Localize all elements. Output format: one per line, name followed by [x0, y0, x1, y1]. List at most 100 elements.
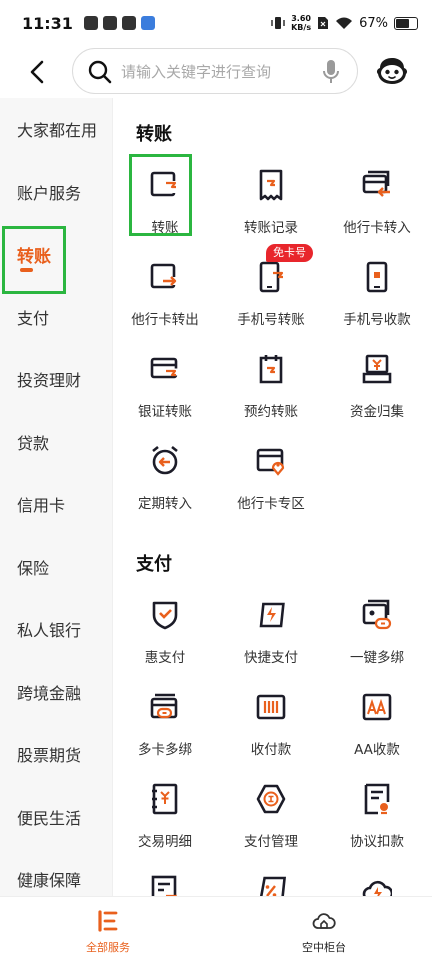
sidebar-item-health[interactable]: 健康保障	[0, 848, 112, 896]
sim-icon	[318, 17, 329, 29]
service-partial-2[interactable]	[218, 868, 324, 896]
sidebar-item-loan[interactable]: 贷款	[0, 411, 112, 474]
cloud-home-icon	[312, 913, 336, 929]
service-label: 交易明细	[138, 834, 192, 850]
search-input[interactable]	[119, 57, 319, 87]
service-one-click-bind[interactable]: 一键多绑	[324, 592, 430, 672]
card-out-icon	[150, 263, 177, 289]
sidebar-item-popular[interactable]: 大家都在用	[0, 98, 112, 161]
microphone-icon[interactable]	[321, 58, 341, 86]
service-label: 预约转账	[244, 404, 298, 420]
service-label: 快捷支付	[244, 650, 298, 666]
link-card-icon	[362, 599, 392, 630]
sidebar-item-account[interactable]: 账户服务	[0, 161, 112, 224]
vibrate-icon	[271, 17, 285, 29]
service-fixed-deposit-in[interactable]: 定期转入	[112, 438, 218, 518]
schedule-icon	[259, 355, 283, 384]
service-label: 多卡多绑	[138, 742, 192, 758]
sidebar-item-cross-border[interactable]: 跨境金融	[0, 661, 112, 724]
nav-sky-counter[interactable]: 空中柜台	[216, 897, 432, 965]
service-aa-collect[interactable]: AA收款	[324, 684, 430, 764]
percent-icon	[258, 876, 286, 896]
service-label: 手机号转账	[237, 312, 305, 328]
category-sidebar: 大家都在用 账户服务 转账 支付 投资理财 贷款 信用卡 保险 私人银行 跨境金…	[0, 98, 113, 896]
aa-icon	[362, 693, 392, 721]
status-right: 3.60 KB/s 67%	[271, 14, 418, 32]
service-other-card-zone[interactable]: 他行卡专区	[218, 438, 324, 518]
sidebar-item-private-banking[interactable]: 私人银行	[0, 598, 112, 661]
nav-label: 全部服务	[86, 941, 130, 954]
service-scheduled-transfer[interactable]: 预约转账	[218, 346, 324, 426]
service-multi-card-bind[interactable]: 多卡多绑	[112, 684, 218, 764]
service-hui-pay[interactable]: 惠支付	[112, 592, 218, 672]
service-phone-transfer[interactable]: 手机号转账	[218, 254, 324, 334]
service-phone-receive[interactable]: 手机号收款	[324, 254, 430, 334]
search-icon	[88, 60, 112, 84]
search-box[interactable]	[72, 48, 358, 94]
sidebar-item-credit-card[interactable]: 信用卡	[0, 473, 112, 536]
service-quick-pay[interactable]: 快捷支付	[218, 592, 324, 672]
alarm-clock-icon	[152, 445, 178, 475]
sidebar-item-stocks-futures[interactable]: 股票期货	[0, 723, 112, 786]
cash-register-icon	[256, 694, 286, 720]
service-label: 转账	[151, 220, 179, 236]
lightning-card-icon	[259, 602, 285, 628]
phone-receive-icon	[366, 261, 388, 293]
service-label: 银证转账	[138, 404, 192, 420]
transfer-icon	[150, 171, 177, 197]
chevron-left-icon	[30, 60, 44, 84]
service-label: 定期转入	[138, 496, 192, 512]
sidebar-item-investment[interactable]: 投资理财	[0, 348, 112, 411]
service-grid: 转账 转账 转账记录 他行卡转入 他行卡转出 手机号转账 手机号收款 免卡号 银…	[112, 98, 432, 896]
tiktok-icon	[122, 16, 136, 30]
sidebar-item-payment[interactable]: 支付	[0, 286, 112, 349]
notification-icon	[84, 16, 98, 30]
service-label: 手机号收款	[343, 312, 411, 328]
service-label: 资金归集	[350, 404, 404, 420]
shield-icon	[152, 601, 178, 630]
service-transfer[interactable]: 转账	[112, 162, 218, 242]
notification-icon	[103, 16, 117, 30]
header	[0, 48, 432, 98]
securities-icon	[150, 357, 178, 379]
battery-icon	[394, 16, 418, 30]
robot-assistant-icon[interactable]	[374, 54, 410, 90]
net-speed-unit: KB/s	[291, 23, 312, 32]
bill-icon	[151, 875, 178, 896]
app-icon	[141, 16, 155, 30]
nav-all-services[interactable]: 全部服务	[0, 897, 216, 965]
service-partial-1[interactable]	[112, 868, 218, 896]
menu-list-icon	[98, 910, 118, 932]
service-label: 协议扣款	[350, 834, 404, 850]
service-label: 支付管理	[244, 834, 298, 850]
card-location-icon	[256, 448, 285, 476]
sidebar-item-transfer[interactable]: 转账	[0, 223, 112, 286]
hexagon-pay-icon	[256, 784, 286, 814]
service-payment-management[interactable]: 支付管理	[218, 776, 324, 856]
service-label: 收付款	[250, 742, 292, 758]
service-securities-transfer[interactable]: 银证转账	[112, 346, 218, 426]
service-partial-3[interactable]	[324, 868, 430, 896]
section-title-payment: 支付	[136, 554, 172, 575]
net-speed-value: 3.60	[291, 14, 311, 23]
section-title-transfer: 转账	[136, 124, 172, 145]
service-label: 惠支付	[144, 650, 186, 666]
service-label: 他行卡转出	[131, 312, 199, 328]
multi-card-icon	[150, 693, 178, 719]
service-label: 转账记录	[244, 220, 298, 236]
service-fund-pooling[interactable]: 资金归集	[324, 346, 430, 426]
service-other-card-out[interactable]: 他行卡转出	[112, 254, 218, 334]
service-label: 他行卡转入	[343, 220, 411, 236]
net-speed: 3.60 KB/s	[291, 14, 311, 32]
sidebar-item-life-services[interactable]: 便民生活	[0, 786, 112, 849]
service-transaction-detail[interactable]: 交易明细	[112, 776, 218, 856]
service-agreement-debit[interactable]: 协议扣款	[324, 776, 430, 856]
service-transfer-records[interactable]: 转账记录	[218, 162, 324, 242]
service-collect-pay[interactable]: 收付款	[218, 684, 324, 764]
back-button[interactable]	[22, 56, 54, 88]
sidebar-item-insurance[interactable]: 保险	[0, 536, 112, 599]
service-label: 一键多绑	[350, 650, 404, 666]
service-label: AA收款	[354, 742, 400, 758]
fund-icon	[362, 354, 392, 384]
service-other-card-in[interactable]: 他行卡转入	[324, 162, 430, 242]
